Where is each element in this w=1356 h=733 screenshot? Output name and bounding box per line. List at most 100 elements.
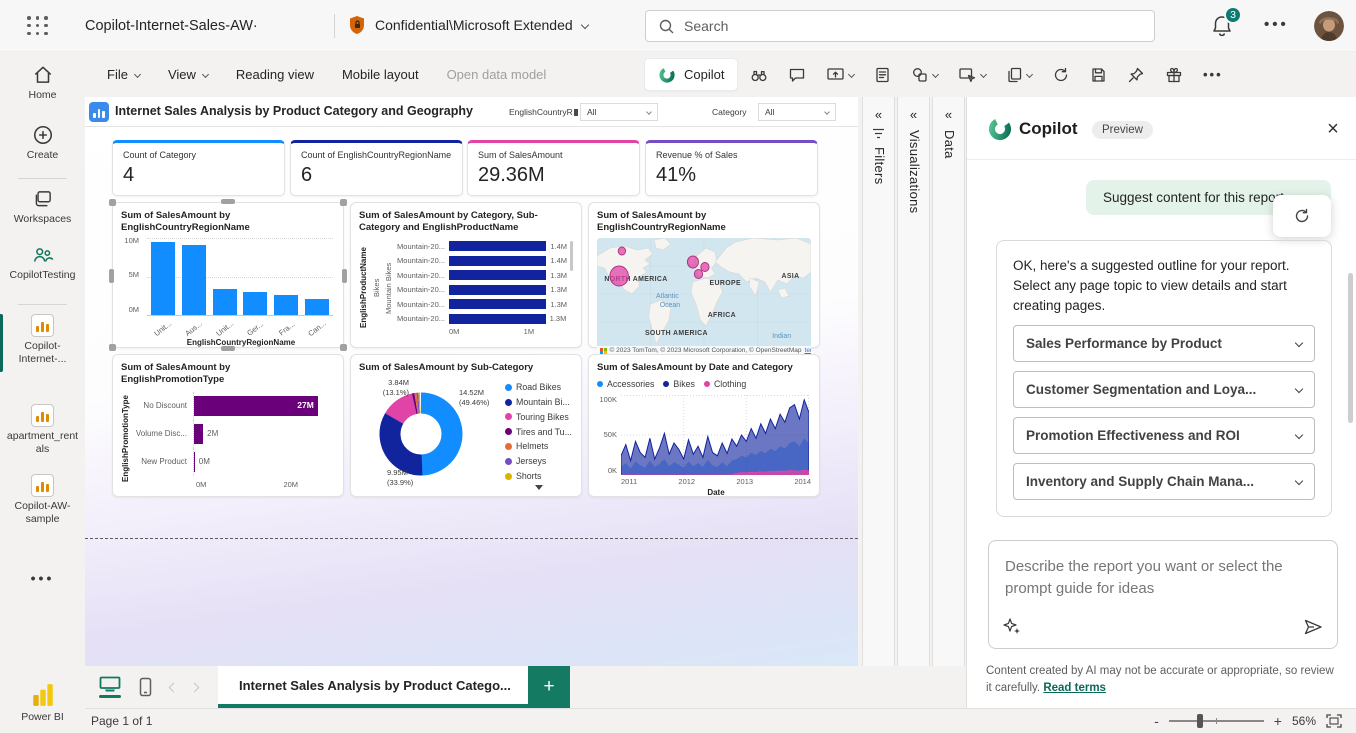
column-bar[interactable]	[274, 295, 298, 315]
notes-button[interactable]	[869, 61, 896, 89]
legend-item[interactable]: Clothing	[704, 377, 746, 392]
copilot-button[interactable]: Copilot	[645, 59, 737, 90]
pin-button[interactable]	[1122, 61, 1150, 89]
data-panel-collapsed[interactable]: « Data	[932, 97, 965, 666]
regenerate-button[interactable]	[1273, 195, 1331, 237]
map-visual[interactable]: NORTH AMERICAEUROPEASIAAFRICASOUTH AMERI…	[597, 238, 811, 356]
column-bar[interactable]	[151, 242, 175, 314]
prompt-guide-icon[interactable]	[1003, 617, 1022, 636]
legend-item[interactable]: Road Bikes	[505, 380, 573, 395]
more-options-icon[interactable]: •••	[1264, 16, 1289, 33]
visual-bar-chart-product[interactable]: Sum of SalesAmount by Category, Sub-Cate…	[350, 202, 582, 348]
legend-item[interactable]: Mountain Bi...	[505, 395, 573, 410]
kpi-card-sum-of-salesamount[interactable]: Sum of SalesAmount 29.36M	[467, 140, 640, 196]
legend-item[interactable]: Touring Bikes	[505, 409, 573, 424]
sidebar-item-copilottesting[interactable]: CopilotTesting	[0, 244, 85, 282]
topic-dropdown-inventory-supply[interactable]: Inventory and Supply Chain Mana...	[1013, 463, 1315, 500]
selection-handle[interactable]	[109, 199, 116, 206]
search-input[interactable]: Search	[645, 10, 1155, 42]
legend-item[interactable]: Accessories	[597, 377, 654, 392]
zoom-out-button[interactable]: -	[1154, 713, 1159, 729]
previous-page-icon[interactable]	[169, 682, 179, 692]
zoom-in-button[interactable]: +	[1274, 713, 1282, 729]
read-terms-link[interactable]: Read terms	[1043, 682, 1106, 694]
legend-item[interactable]: Shorts	[505, 469, 573, 484]
shapes-button[interactable]	[906, 61, 943, 89]
kpi-card-count-of-category[interactable]: Count of Category 4	[112, 140, 285, 196]
app-launcher-icon[interactable]	[27, 16, 49, 36]
desktop-view-button[interactable]	[97, 676, 123, 698]
kpi-card-revenue-pct[interactable]: Revenue % of Sales 41%	[645, 140, 818, 196]
sidebar-item-create[interactable]: Create	[0, 124, 85, 162]
comments-button[interactable]	[783, 61, 811, 89]
new-visual-button[interactable]	[953, 61, 991, 89]
sensitivity-label[interactable]: Confidential\Microsoft Extended	[348, 15, 588, 35]
bookmarks-button[interactable]	[745, 61, 773, 89]
visual-bar-chart-promotion[interactable]: Sum of SalesAmount by EnglishPromotionTy…	[112, 354, 344, 497]
legend-item[interactable]: Jerseys	[505, 454, 573, 469]
expand-icon[interactable]: «	[863, 107, 894, 122]
column-bar[interactable]	[213, 289, 237, 315]
sidebar-item-apartment-rentals[interactable]: apartment_rentals	[0, 404, 85, 455]
column-bar[interactable]	[243, 292, 267, 314]
column-bar[interactable]	[182, 245, 206, 315]
toolbar-more-button[interactable]: •••	[1198, 62, 1228, 87]
next-page-icon[interactable]	[190, 682, 200, 692]
country-filter-dropdown[interactable]: All	[580, 103, 658, 121]
visual-area-chart-date[interactable]: Sum of SalesAmount by Date and Category …	[588, 354, 820, 497]
notifications-button[interactable]: 3	[1211, 14, 1239, 40]
whats-new-button[interactable]	[1160, 61, 1188, 89]
visualizations-panel-collapsed[interactable]: « Visualizations	[897, 97, 930, 666]
mobile-view-button[interactable]	[139, 677, 152, 697]
bar[interactable]	[449, 314, 546, 324]
present-button[interactable]	[821, 61, 859, 89]
sidebar-item-copilot-internet[interactable]: Copilot-Internet-...	[0, 314, 85, 365]
map-bubble[interactable]	[687, 256, 698, 268]
send-icon[interactable]	[1303, 618, 1323, 636]
bar[interactable]	[449, 241, 546, 251]
zoom-slider[interactable]	[1169, 720, 1264, 722]
visual-map-country[interactable]: Sum of SalesAmount by EnglishCountryRegi…	[588, 202, 820, 348]
zoom-slider-handle[interactable]	[1197, 714, 1203, 728]
close-icon[interactable]: ×	[1319, 115, 1347, 143]
visual-donut-subcategory[interactable]: Sum of SalesAmount by Sub-Category 3.84M…	[350, 354, 582, 497]
map-bubble[interactable]	[694, 269, 702, 278]
scrollbar[interactable]	[1348, 273, 1353, 423]
topic-dropdown-sales-performance[interactable]: Sales Performance by Product	[1013, 325, 1315, 362]
add-page-button[interactable]: +	[528, 666, 570, 708]
category-filter-dropdown[interactable]: All	[758, 103, 836, 121]
bar[interactable]	[194, 452, 195, 472]
bar[interactable]	[449, 285, 546, 295]
sidebar-item-workspaces[interactable]: Workspaces	[0, 188, 85, 226]
bar[interactable]	[194, 424, 203, 444]
page-tab-active[interactable]: Internet Sales Analysis by Product Categ…	[218, 666, 528, 708]
open-data-model-button[interactable]: Open data model	[433, 52, 561, 97]
copy-page-button[interactable]	[1001, 61, 1037, 89]
sidebar-item-copilot-aw-sample[interactable]: Copilot-AW-sample	[0, 474, 85, 525]
bar[interactable]	[449, 256, 546, 266]
topic-dropdown-promotion-effectiveness[interactable]: Promotion Effectiveness and ROI	[1013, 417, 1315, 454]
copilot-input[interactable]: Describe the report you want or select t…	[988, 540, 1338, 649]
selection-handle[interactable]	[221, 346, 235, 351]
visual-column-chart-country[interactable]: Sum of SalesAmount by EnglishCountryRegi…	[112, 202, 344, 348]
report-name[interactable]: Copilot-Internet-Sales-AW·	[85, 18, 258, 34]
map-bubble[interactable]	[610, 266, 628, 286]
sidebar-more-button[interactable]: •••	[0, 570, 85, 586]
expand-icon[interactable]: «	[898, 107, 929, 122]
legend-item[interactable]: Helmets	[505, 439, 573, 454]
refresh-button[interactable]	[1047, 61, 1075, 89]
legend-item[interactable]: Bikes	[663, 377, 695, 392]
file-menu[interactable]: File	[93, 52, 154, 97]
bar[interactable]: 27M	[194, 396, 318, 416]
save-button[interactable]	[1085, 61, 1112, 89]
sidebar-item-home[interactable]: Home	[0, 64, 85, 102]
reading-view-button[interactable]: Reading view	[222, 52, 328, 97]
map-bubble[interactable]	[618, 247, 625, 255]
expand-icon[interactable]: «	[933, 107, 964, 122]
map-bubble[interactable]	[701, 262, 709, 271]
legend-scroll-arrow[interactable]	[535, 485, 543, 490]
kpi-card-count-of-country[interactable]: Count of EnglishCountryRegionName 6	[290, 140, 463, 196]
selection-handle[interactable]	[109, 344, 116, 351]
view-menu[interactable]: View	[154, 52, 222, 97]
bar[interactable]	[449, 270, 546, 280]
